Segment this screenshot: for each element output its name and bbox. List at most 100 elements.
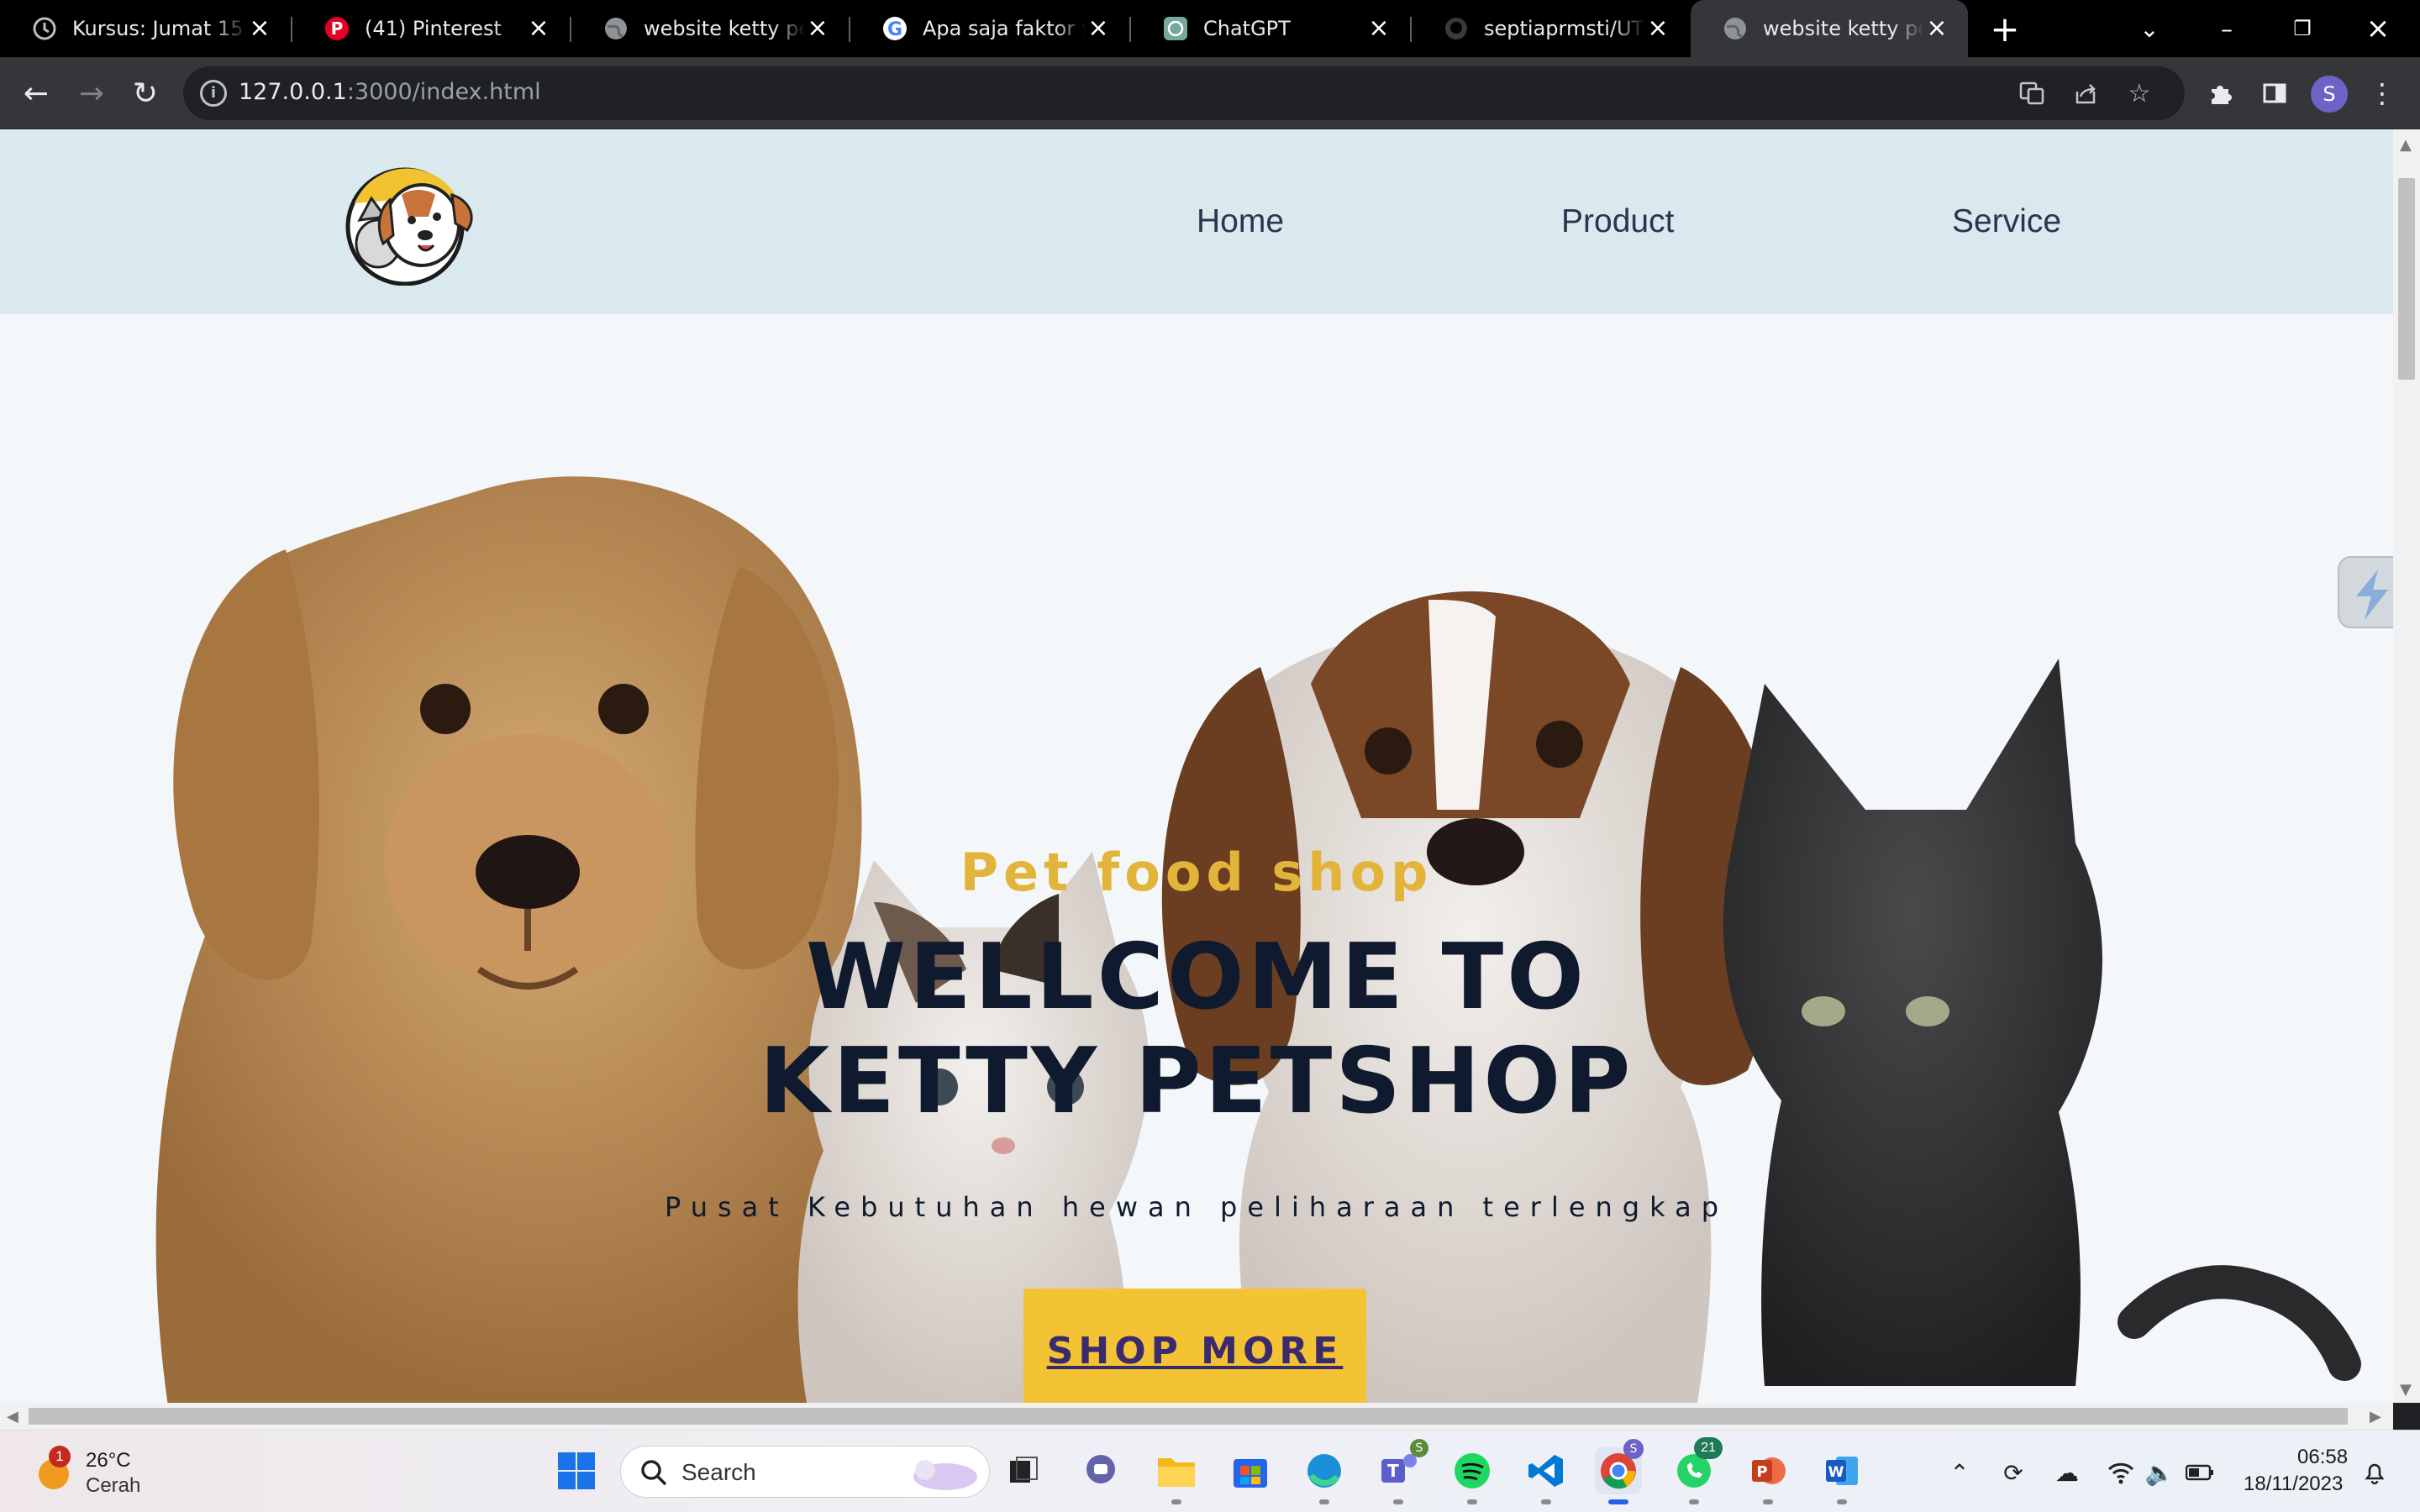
tab-website-ketty-active[interactable]: website ketty pets × [1691,0,1968,57]
notification-bell-icon[interactable] [2360,1457,2390,1488]
browser-toolbar: ← → ↻ i 127.0.0.1:3000/index.html ☆ ⋮ [0,57,2420,129]
forward-button[interactable]: → [71,72,113,114]
microsoft-store-icon[interactable] [1227,1447,1274,1494]
bookmark-star-icon[interactable]: ☆ [2124,78,2154,108]
scroll-up-icon[interactable]: ▲ [2400,136,2412,154]
shop-more-button[interactable]: SHOP MORE [1023,1289,1366,1403]
scroll-left-icon[interactable]: ◀ [7,1408,18,1425]
vertical-scroll-thumb[interactable] [2398,178,2415,380]
globe-icon [1723,16,1748,41]
restore-button[interactable]: ❐ [2269,0,2336,57]
clock-date[interactable]: 18/11/2023 [2244,1473,2343,1496]
clock-time[interactable]: 06:58 [2297,1446,2348,1469]
close-icon[interactable]: × [526,16,551,41]
search-label: Search [681,1459,756,1485]
running-indicator [1837,1499,1847,1504]
close-window-button[interactable]: × [2344,0,2412,57]
running-indicator [1319,1499,1329,1504]
tab-title: ChatGPT [1203,17,1291,40]
close-icon[interactable]: × [1645,16,1670,41]
reload-button[interactable]: ↻ [124,72,166,114]
scroll-down-icon[interactable]: ▼ [2400,1381,2412,1399]
vertical-scrollbar[interactable]: ▲ ▼ [2393,129,2420,1403]
file-explorer-icon[interactable] [1153,1447,1200,1494]
show-hidden-icons-chevron[interactable]: ⌃ [1944,1457,1975,1488]
close-icon[interactable]: × [1924,16,1949,41]
running-indicator [1393,1499,1403,1504]
svg-text:P: P [1756,1463,1767,1481]
teams-badge: S [1410,1439,1428,1457]
globe-icon [603,16,629,41]
whatsapp-badge: 21 [1694,1437,1723,1459]
vscode-icon[interactable] [1523,1447,1570,1494]
hero-subtitle: Pet food shop [960,842,1434,903]
tab-title: Kursus: Jumat 15:3 [72,17,247,40]
wifi-icon[interactable] [2106,1457,2136,1488]
pinterest-icon: P [324,16,350,41]
tab-google-search[interactable]: G Apa saja faktor yan × [850,0,1129,57]
site-info-icon[interactable]: i [200,80,227,107]
close-icon[interactable]: × [1366,16,1392,41]
nav-home-link[interactable]: Home [1197,203,1284,240]
google-icon: G [882,16,908,41]
running-indicator [1763,1499,1773,1504]
close-icon[interactable]: × [247,16,272,41]
tab-title: website ketty pets [1763,17,1924,40]
word-icon[interactable]: W [1818,1447,1865,1494]
close-icon[interactable]: × [805,16,830,41]
running-indicator [1171,1499,1181,1504]
close-icon[interactable]: × [1086,16,1111,41]
search-icon [641,1460,667,1486]
url-text: 127.0.0.1:3000/index.html [239,79,541,105]
profile-avatar[interactable]: S [2311,76,2348,113]
chrome-menu-icon[interactable]: ⋮ [2361,72,2403,114]
active-indicator [1608,1499,1628,1504]
tab-pinterest[interactable]: P (41) Pinterest × [292,0,570,57]
svg-text:P: P [331,18,344,39]
tab-title: Apa saja faktor yan [923,17,1086,40]
translate-icon[interactable] [2017,78,2047,108]
task-view-icon[interactable] [1000,1447,1047,1494]
site-header: Home Product Service [0,129,2393,314]
tab-title: (41) Pinterest [365,17,502,40]
tab-website-ketty-1[interactable]: website ketty pets × [571,0,849,57]
svg-text:W: W [1828,1464,1844,1481]
side-panel-icon[interactable] [2254,72,2296,114]
sync-icon[interactable]: ⟳ [1998,1457,2028,1488]
ketty-petshop-logo[interactable] [334,161,481,286]
nav-product-link[interactable]: Product [1561,203,1674,240]
start-button[interactable] [553,1447,600,1494]
tab-title: septiaprmsti/UTS_ [1484,17,1645,40]
taskbar-search[interactable]: Search [620,1446,990,1498]
svg-text:G: G [887,19,902,40]
hero-title: WELLCOME TO KETTY PETSHOP [0,926,2393,1134]
extensions-icon[interactable] [2200,72,2242,114]
volume-icon[interactable]: 🔈 [2144,1457,2175,1488]
share-icon[interactable] [2070,78,2101,108]
tab-github[interactable]: septiaprmsti/UTS_ × [1412,0,1689,57]
search-highlight-cat-icon [913,1460,977,1490]
tab-chatgpt[interactable]: ChatGPT × [1131,0,1410,57]
windows-taskbar: 1 26°C Cerah Search T S S 21 P W ⌃ ⟳ ☁ 🔈… [0,1430,2420,1512]
hero-section: Pet food shop WELLCOME TO KETTY PETSHOP … [0,314,2393,1403]
tab-search-chevron-icon[interactable]: ⌄ [2116,0,2183,57]
battery-icon[interactable] [2185,1457,2215,1488]
tab-kursus[interactable]: Kursus: Jumat 15:3 × [0,0,291,57]
edge-icon[interactable] [1301,1447,1348,1494]
weather-temperature: 26°C [86,1449,131,1472]
horizontal-scroll-thumb[interactable] [29,1408,2348,1425]
address-bar[interactable]: i 127.0.0.1:3000/index.html ☆ [183,66,2185,120]
chatgpt-icon [1163,16,1188,41]
scroll-right-icon[interactable]: ▶ [2370,1408,2381,1425]
tab-title: website ketty pets [644,17,805,40]
onedrive-cloud-icon[interactable]: ☁ [2052,1457,2082,1488]
teams-chat-icon[interactable] [1077,1447,1124,1494]
back-button[interactable]: ← [15,72,57,114]
minimize-button[interactable]: – [2193,0,2260,57]
weather-widget[interactable]: 1 26°C Cerah [29,1446,163,1499]
new-tab-button[interactable]: + [1971,0,2039,57]
nav-service-link[interactable]: Service [1952,203,2061,240]
horizontal-scrollbar[interactable]: ◀ ▶ [0,1403,2393,1430]
powerpoint-icon[interactable]: P [1744,1447,1791,1494]
spotify-icon[interactable] [1449,1447,1496,1494]
